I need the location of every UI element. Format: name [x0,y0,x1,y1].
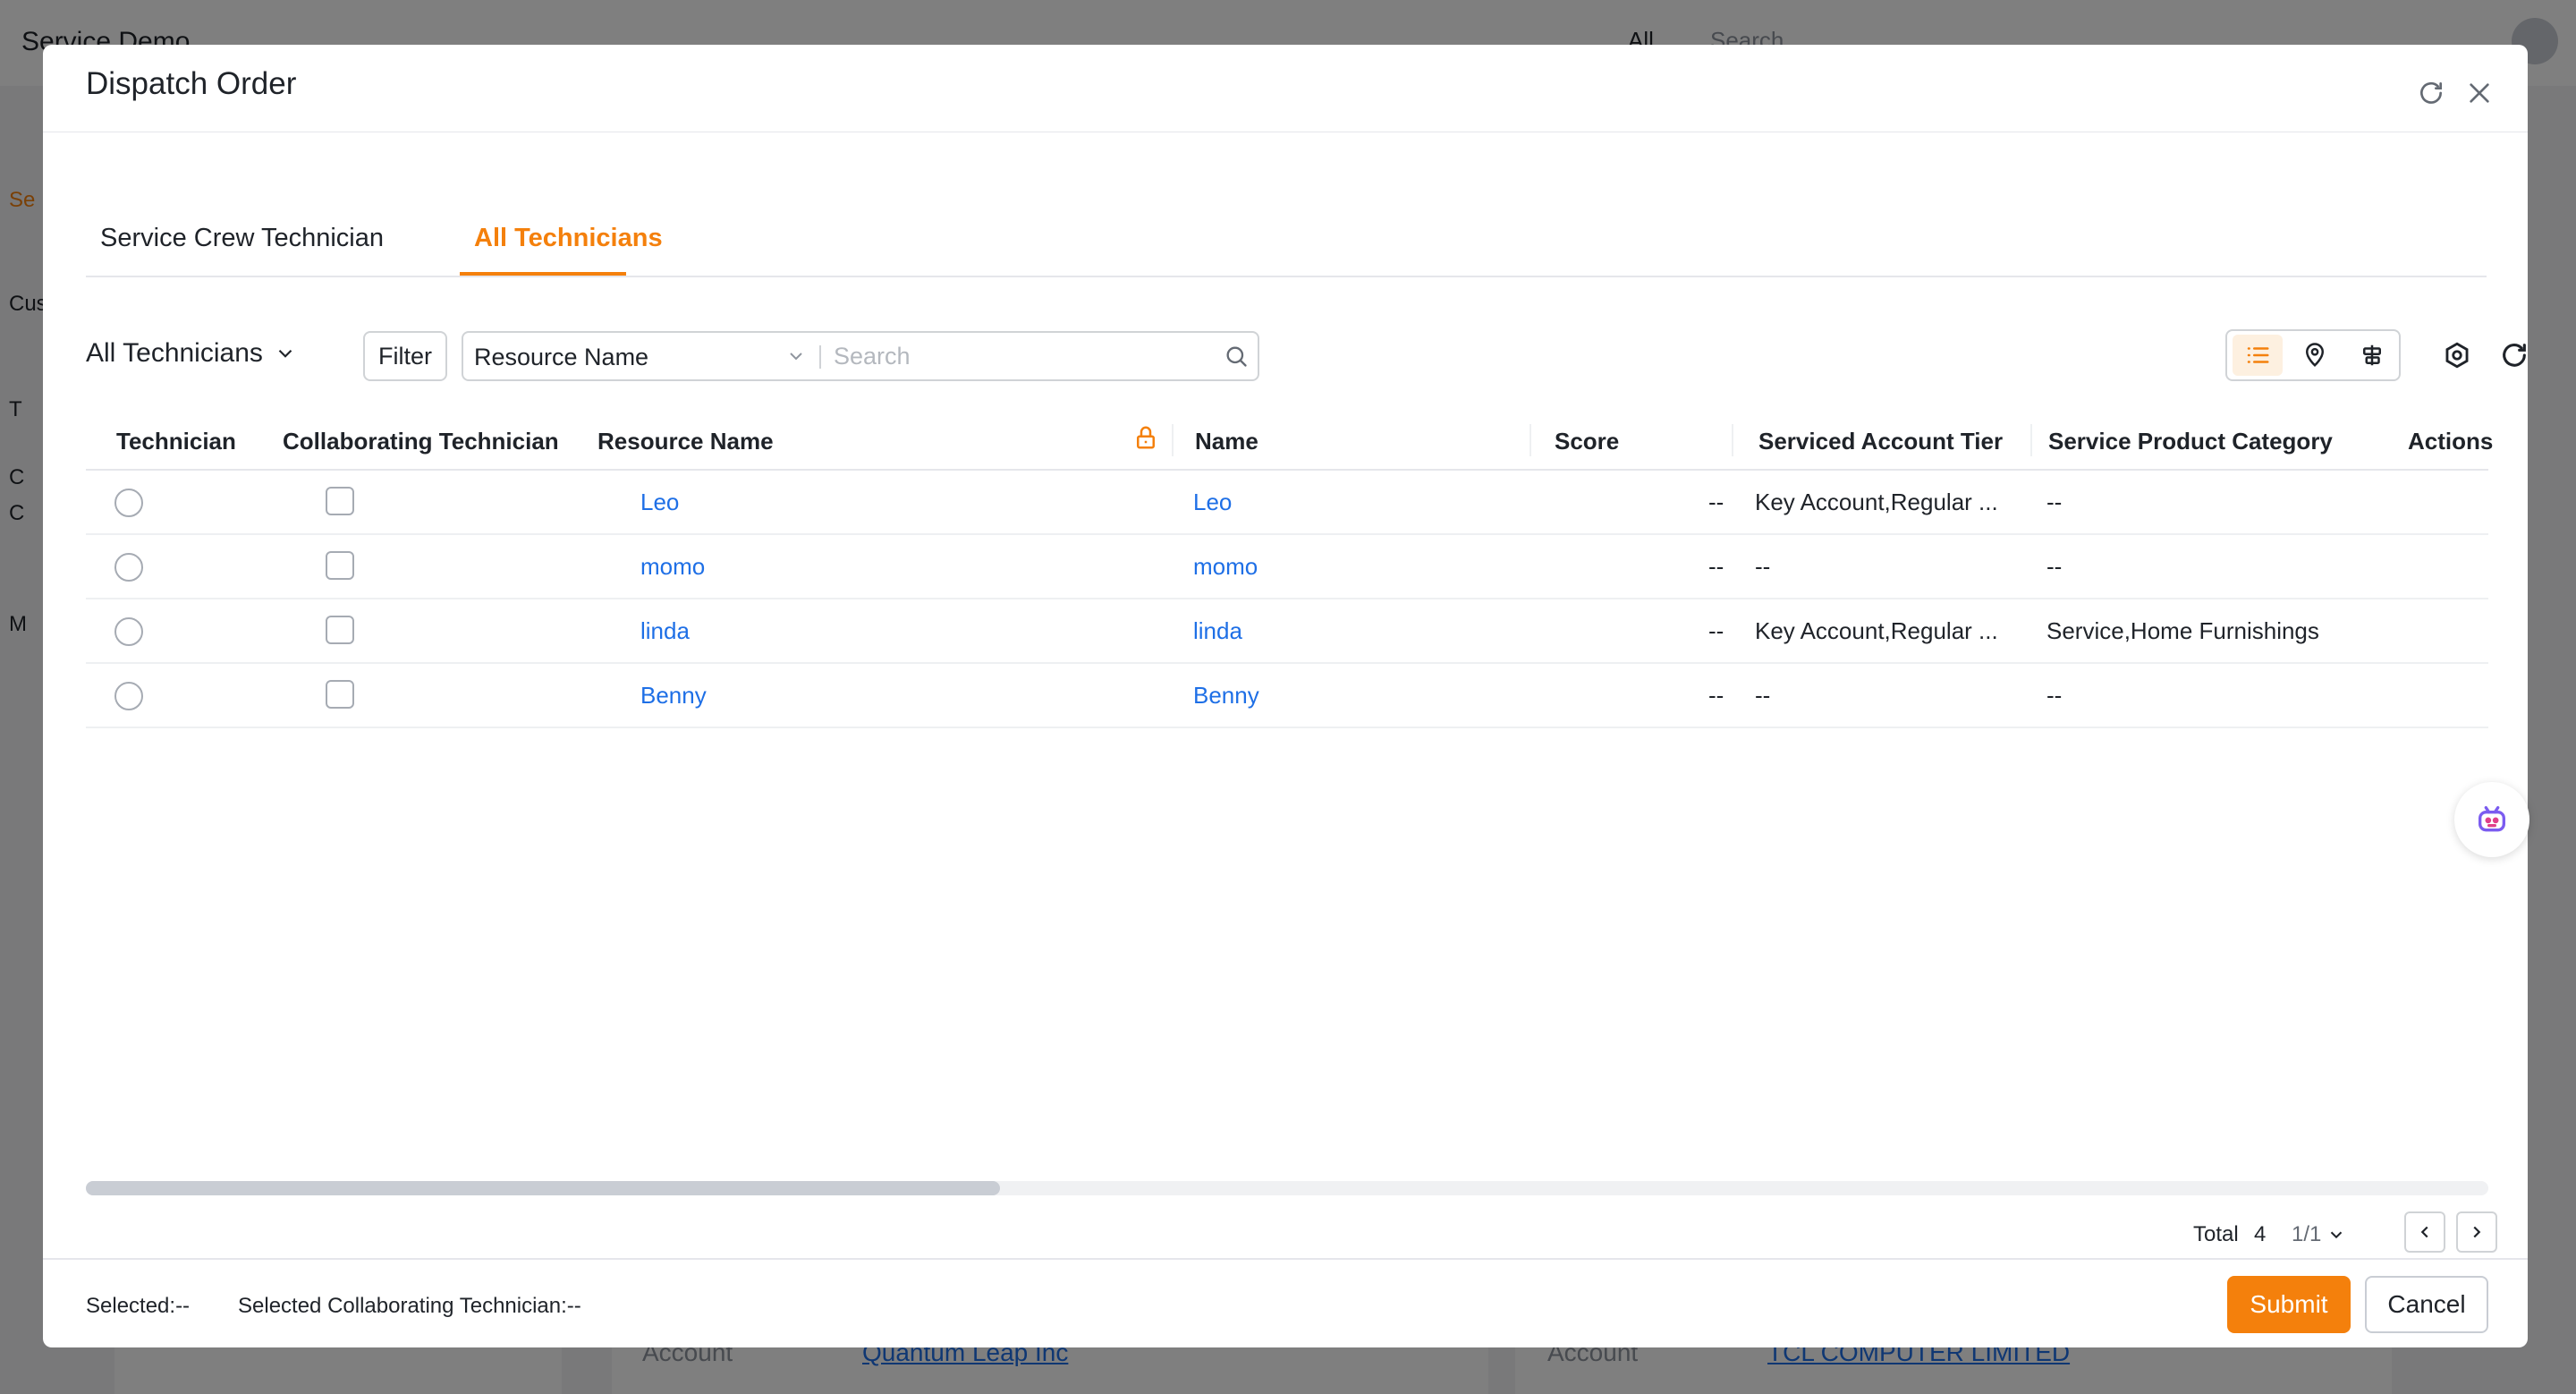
table-row[interactable]: linda linda -- Key Account,Regular ... S… [86,599,2488,664]
chevron-right-icon [2473,1226,2481,1238]
column-separator[interactable] [1530,424,1531,456]
name-link[interactable]: Benny [1193,682,1259,710]
technician-radio[interactable] [114,489,143,517]
collaborating-technician-checkbox[interactable] [326,551,354,580]
column-header: Serviced Account Tier [1758,428,2004,455]
chevron-down-icon [278,349,292,358]
name-link[interactable]: momo [1193,553,1258,581]
table-header: Technician Collaborating Technician Reso… [86,412,2493,471]
refresh-icon[interactable] [2417,79,2445,107]
technician-radio[interactable] [114,617,143,646]
chevron-left-icon [2420,1226,2428,1238]
search-divider [819,345,821,369]
product-category-cell: -- [2046,682,2063,709]
column-header: Name [1195,428,1258,455]
view-mode-switch [2225,329,2401,381]
chevron-down-icon [2331,1231,2343,1239]
account-tier-cell: Key Account,Regular ... [1755,617,1998,644]
pagination-total: 4 [2254,1222,2267,1246]
toolbar: All Technicians Filter Resource Name [86,329,2526,383]
product-category-cell: -- [2046,553,2063,580]
score-cell: -- [1708,489,1724,515]
tab-all-technicians[interactable]: All Technicians [474,224,663,277]
scrollbar-thumb[interactable] [86,1181,1000,1195]
modal-header: Dispatch Order [43,45,2528,132]
cancel-button[interactable]: Cancel [2365,1276,2488,1333]
collaborating-technician-checkbox[interactable] [326,487,354,515]
modal-title: Dispatch Order [86,66,297,101]
next-page-button[interactable] [2456,1211,2497,1253]
pagination: Total 4 1/1 [2193,1211,2497,1253]
resource-name-link[interactable]: momo [640,553,705,581]
robot-icon [2479,806,2505,832]
page-select[interactable]: 1/1 [2292,1222,2346,1247]
lock-icon[interactable] [1132,424,1159,455]
column-header: Service Product Category [2048,428,2333,455]
table-row[interactable]: Leo Leo -- Key Account,Regular ... -- [86,471,2488,535]
product-category-cell: -- [2046,489,2063,515]
column-header: Technician [116,428,236,455]
name-link[interactable]: Leo [1193,489,1232,516]
chevron-down-icon[interactable] [785,345,807,367]
close-icon[interactable] [2465,79,2494,107]
resource-name-link[interactable]: Benny [640,682,707,710]
column-separator[interactable] [1172,424,1174,456]
account-tier-cell: -- [1755,682,1771,709]
map-pin-icon[interactable] [2290,335,2340,376]
selected-collaborating-technician-summary: Selected Collaborating Technician:-- [238,1294,581,1318]
selected-technician-summary: Selected:-- [86,1294,191,1318]
dispatch-order-modal: Dispatch Order Service Crew Technician A… [43,45,2528,1347]
column-header: Collaborating Technician [283,428,559,455]
search-icon[interactable] [1224,344,1249,369]
pagination-total-label: Total [2193,1222,2239,1246]
active-tab-indicator [460,272,626,276]
column-separator[interactable] [2030,424,2032,456]
score-cell: -- [1708,682,1724,709]
collaborating-technician-checkbox[interactable] [326,616,354,644]
search-input[interactable] [834,340,1209,372]
submit-button[interactable]: Submit [2227,1276,2351,1333]
score-cell: -- [1708,617,1724,644]
page-indicator: 1/1 [2292,1222,2322,1246]
table-row[interactable]: Benny Benny -- -- -- [86,664,2488,728]
account-tier-cell: Key Account,Regular ... [1755,489,1998,515]
horizontal-scrollbar[interactable] [86,1181,2488,1195]
resource-name-link[interactable]: Leo [640,489,679,516]
technician-scope-select[interactable]: All Technicians [86,338,297,369]
reload-icon[interactable] [2499,340,2528,370]
technician-table: Technician Collaborating Technician Reso… [86,412,2493,728]
technician-radio[interactable] [114,682,143,710]
search-field-select[interactable]: Resource Name [474,344,648,371]
collaborating-technician-checkbox[interactable] [326,680,354,709]
resource-name-link[interactable]: linda [640,617,690,645]
account-tier-cell: -- [1755,553,1771,580]
tab-bar: Service Crew Technician All Technicians [86,177,2487,277]
column-separator[interactable] [1732,424,1733,456]
search-group: Resource Name [462,331,1259,381]
technician-radio[interactable] [114,553,143,582]
name-link[interactable]: linda [1193,617,1242,645]
scope-select-label: All Technicians [86,338,263,368]
tab-service-crew-technician[interactable]: Service Crew Technician [100,224,384,277]
column-header: Resource Name [597,428,774,455]
column-header: Actions [2408,428,2494,455]
table-row[interactable]: momo momo -- -- -- [86,535,2488,599]
column-header: Score [1555,428,1620,455]
product-category-cell: Service,Home Furnishings [2046,617,2319,644]
filter-button[interactable]: Filter [363,331,447,381]
timeline-icon[interactable] [2347,335,2397,376]
assistant-button[interactable] [2454,782,2529,857]
previous-page-button[interactable] [2404,1211,2445,1253]
list-icon[interactable] [2233,335,2283,376]
settings-icon[interactable] [2442,340,2472,370]
score-cell: -- [1708,553,1724,580]
modal-footer: Selected:-- Selected Collaborating Techn… [43,1258,2528,1347]
